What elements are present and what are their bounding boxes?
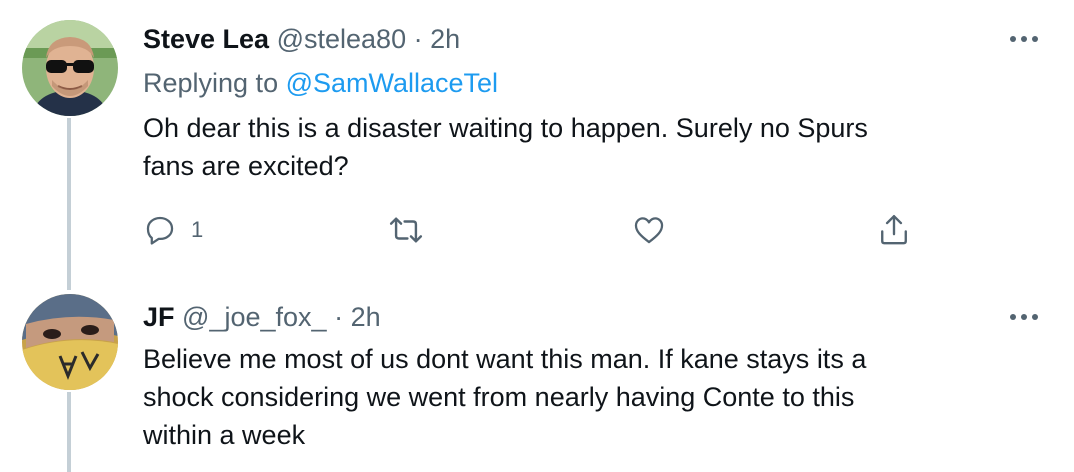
author-name[interactable]: JF [143,302,175,332]
timestamp[interactable]: 2h [430,24,460,54]
reply-button[interactable]: 1 [143,210,203,250]
tweet-text-line: Believe me most of us dont want this man… [143,344,867,374]
share-button[interactable] [877,210,911,250]
separator: · [413,24,423,54]
reply-count: 1 [191,217,204,242]
reply-icon [146,216,174,245]
author-name[interactable]: Steve Lea [143,24,269,54]
share-icon [881,214,907,245]
avatar[interactable] [22,20,118,116]
author-handle[interactable]: @stelea80 [277,24,407,54]
heart-icon [634,217,664,244]
tweet-text: Oh dear this is a disaster waiting to ha… [143,109,1023,185]
replying-to: Replying to @SamWallaceTel [143,66,498,100]
more-options-button[interactable] [1004,306,1044,328]
tweet-text-line: fans are excited? [143,151,349,181]
tweet-header: JF @_joe_fox_ · 2h [143,300,381,334]
avatar[interactable] [22,294,118,390]
replying-to-mention[interactable]: @SamWallaceTel [286,68,498,98]
separator: · [334,302,344,332]
avatar-steve-image [22,20,118,116]
retweet-button[interactable] [387,210,425,250]
tweet-jf[interactable]: JF @_joe_fox_ · 2h Believe me most of us… [0,290,1074,472]
like-button[interactable] [632,210,666,250]
retweet-icon [389,217,423,243]
replying-to-label: Replying to [143,68,286,98]
tweet-header: Steve Lea @stelea80 · 2h [143,22,460,56]
avatar-jf-image [22,294,118,390]
tweet-text: Believe me most of us dont want this man… [143,340,1023,454]
more-icon [1010,36,1038,42]
tweet-text-line: shock considering we went from nearly ha… [143,382,855,412]
tweet-steve-lea[interactable]: Steve Lea @stelea80 · 2h Replying to @Sa… [0,0,1074,290]
tweet-actions: 1 [143,210,943,250]
tweet-text-line: within a week [143,420,306,450]
more-icon [1010,314,1038,320]
more-options-button[interactable] [1004,28,1044,50]
author-handle[interactable]: @_joe_fox_ [182,302,327,332]
timestamp[interactable]: 2h [351,302,381,332]
tweet-text-line: Oh dear this is a disaster waiting to ha… [143,113,868,143]
